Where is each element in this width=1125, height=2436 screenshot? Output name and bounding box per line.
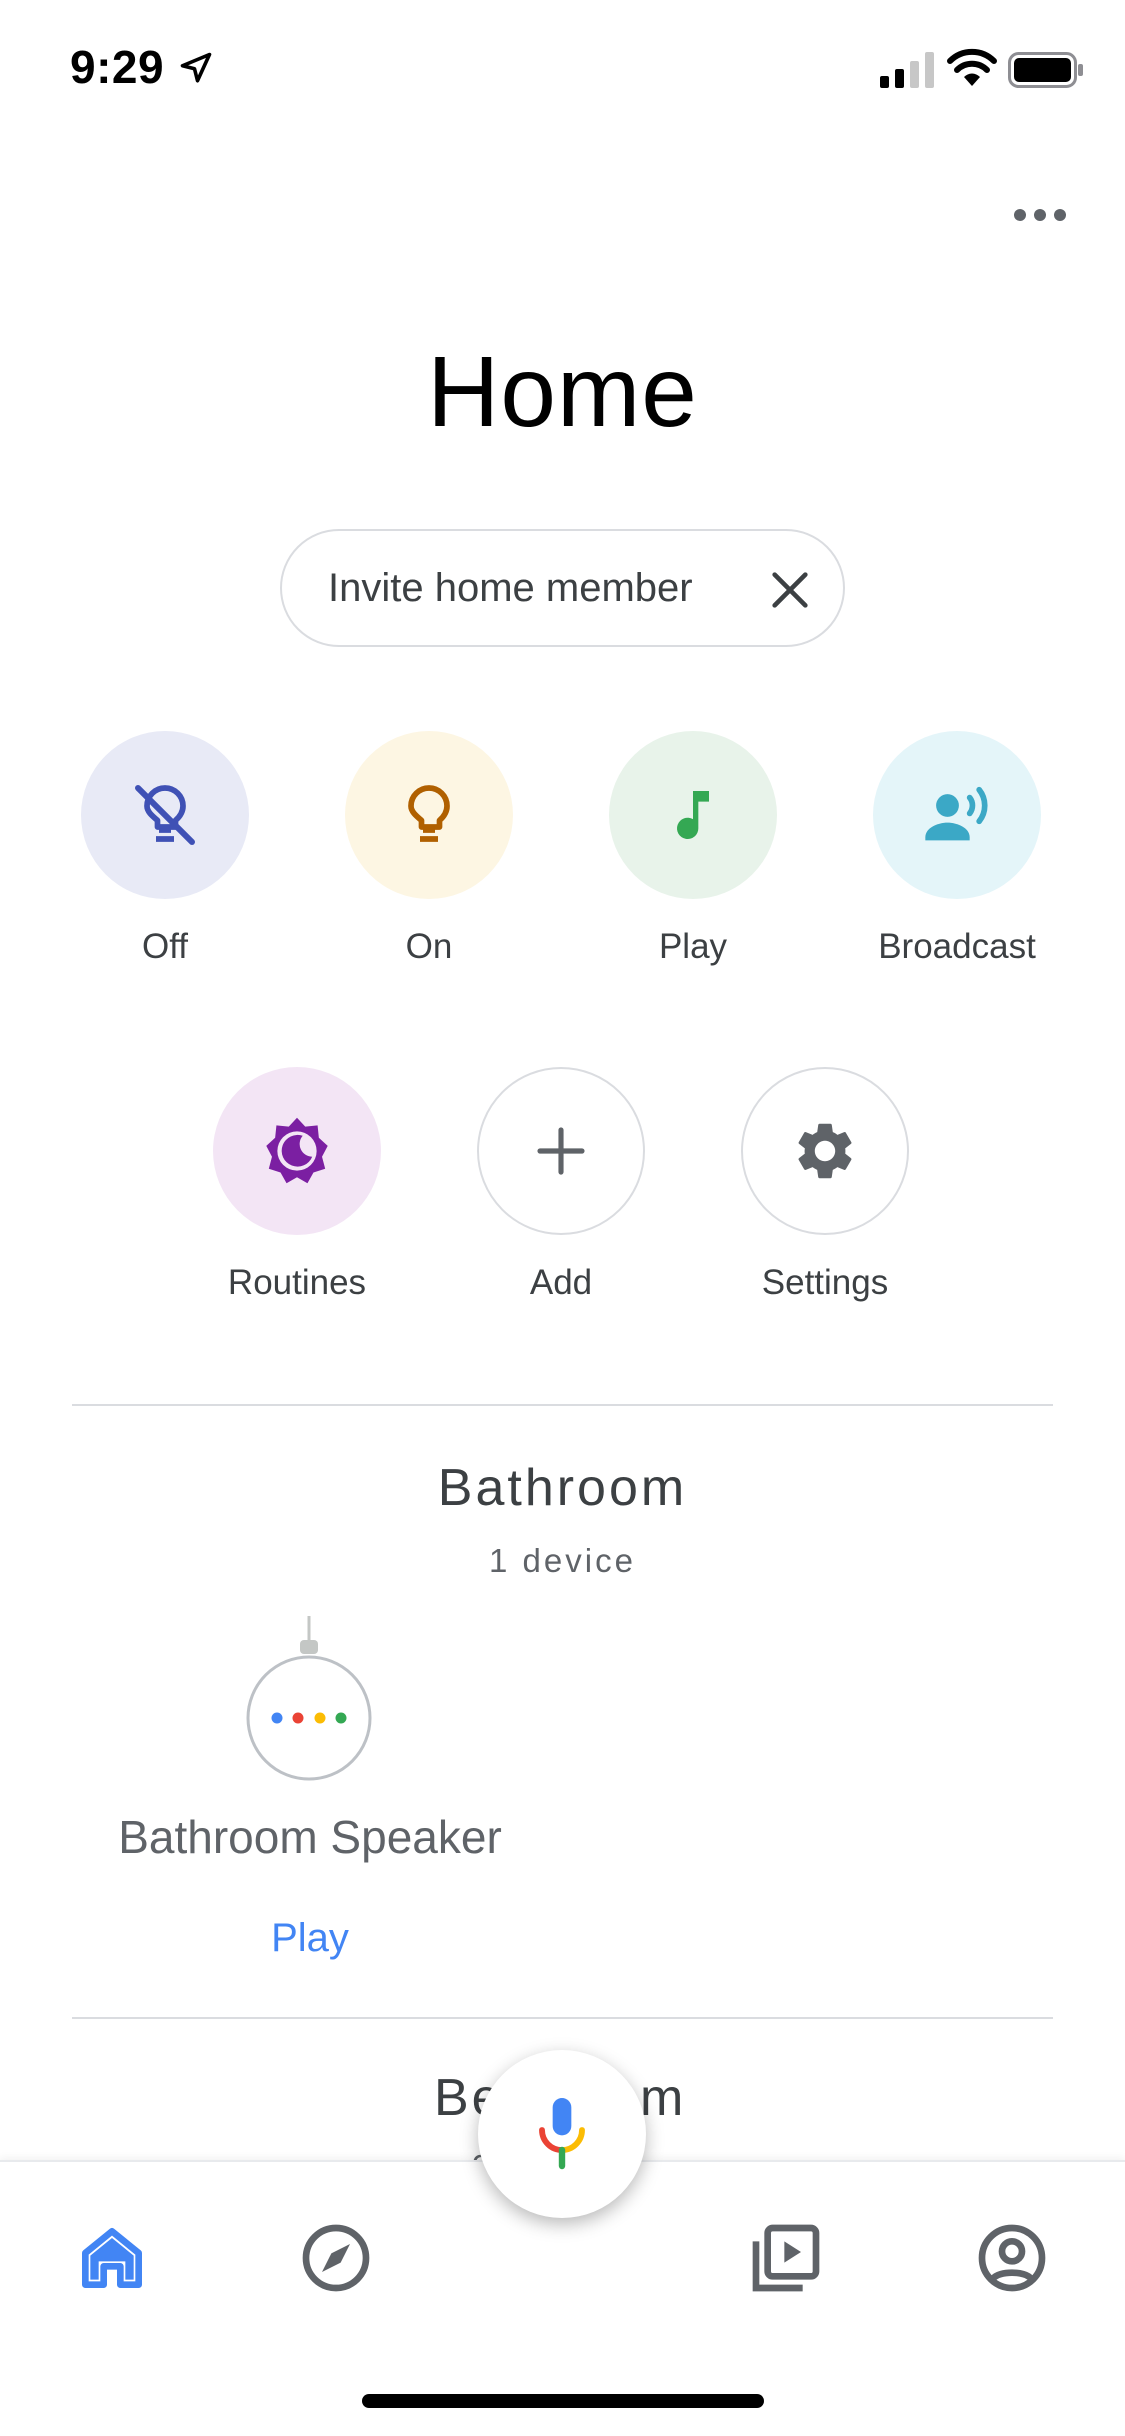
action-broadcast-circle[interactable] — [873, 731, 1041, 899]
action-add[interactable]: Add — [441, 1067, 681, 1303]
action-off-label: Off — [141, 927, 189, 966]
action-play-label: Play — [658, 927, 728, 966]
home-indicator[interactable] — [362, 2394, 764, 2408]
action-on-label: On — [405, 927, 453, 966]
room-title-partial-tail: m — [640, 2069, 687, 2127]
action-routines[interactable]: Routines — [177, 1067, 417, 1303]
room-device-count: 1 device — [489, 1542, 636, 1579]
broadcast-icon — [925, 786, 988, 841]
action-on[interactable]: On — [309, 731, 549, 967]
action-broadcast-label: Broadcast — [878, 927, 1036, 966]
discover-icon[interactable] — [296, 2218, 376, 2298]
status-bar: 9:29 — [0, 0, 1125, 140]
light-on-icon — [408, 785, 450, 842]
action-settings-circle[interactable] — [741, 1067, 909, 1235]
action-routines-label: Routines — [227, 1263, 367, 1302]
action-add-circle[interactable] — [477, 1067, 645, 1235]
location-arrow-icon — [180, 52, 212, 83]
more-options-icon[interactable] — [1010, 200, 1070, 230]
action-broadcast[interactable]: Broadcast — [837, 731, 1077, 967]
invite-home-member-chip[interactable]: Invite home member — [280, 529, 845, 647]
plus-icon — [537, 1127, 585, 1175]
battery-icon — [1008, 52, 1083, 88]
action-settings[interactable]: Settings — [705, 1067, 945, 1303]
home-icon[interactable] — [72, 2218, 152, 2298]
speaker-device-icon[interactable] — [244, 1616, 374, 1782]
device-name[interactable]: Bathroom Speaker — [60, 1810, 560, 1864]
action-routines-circle[interactable] — [213, 1067, 381, 1235]
invite-chip-label: Invite home member — [328, 565, 693, 610]
action-off-circle[interactable] — [81, 731, 249, 899]
account-icon[interactable] — [972, 2218, 1052, 2298]
action-play[interactable]: Play — [573, 731, 813, 967]
action-play-circle[interactable] — [609, 731, 777, 899]
status-time: 9:29 — [70, 41, 165, 93]
close-icon[interactable] — [767, 567, 813, 613]
action-add-label: Add — [529, 1263, 593, 1302]
room-title[interactable]: Bathroom — [0, 1458, 1125, 1518]
assistant-mic-button[interactable] — [478, 2050, 646, 2218]
section-divider — [72, 1404, 1053, 1406]
page-title: Home — [427, 336, 698, 448]
section-divider — [72, 2017, 1053, 2019]
light-off-icon — [135, 785, 195, 845]
cellular-signal-icon — [880, 52, 934, 88]
wifi-icon — [947, 48, 997, 86]
action-settings-label: Settings — [761, 1263, 889, 1302]
music-note-icon — [677, 791, 709, 840]
routines-icon — [266, 1117, 328, 1184]
gear-icon — [798, 1123, 852, 1179]
action-on-circle[interactable] — [345, 731, 513, 899]
mic-icon — [539, 2098, 585, 2170]
media-icon[interactable] — [746, 2218, 826, 2298]
device-play-button[interactable]: Play — [210, 1916, 410, 1961]
action-off[interactable]: Off — [45, 731, 285, 967]
